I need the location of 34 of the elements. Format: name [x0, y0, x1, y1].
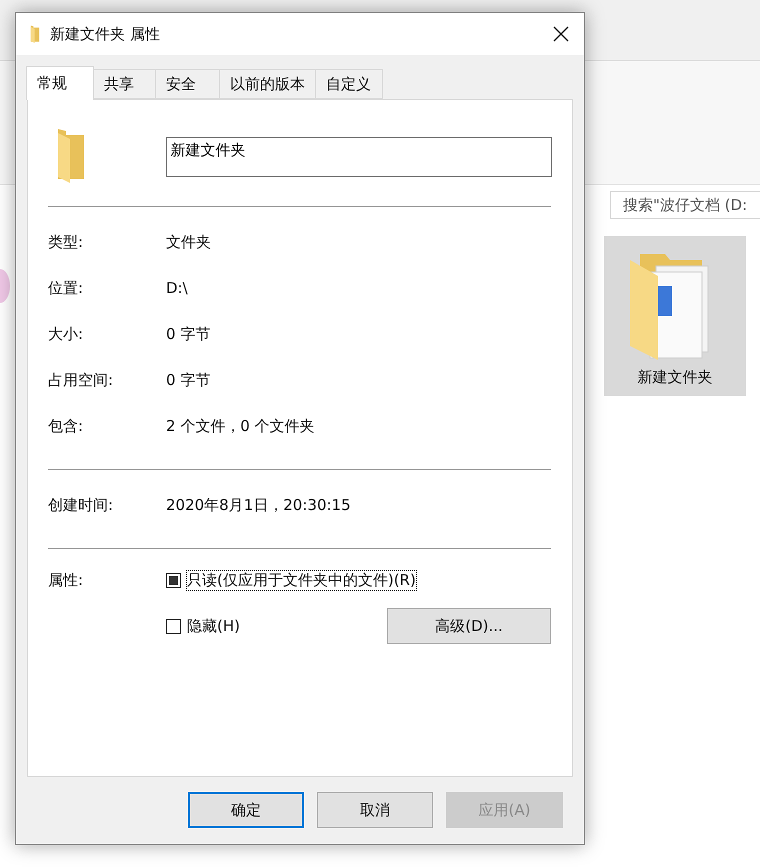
folder-tile[interactable]: 新建文件夹 [604, 236, 746, 396]
property-value: 文件夹 [166, 232, 211, 252]
property-label: 包含: [48, 416, 84, 436]
dialog-button[interactable]: 取消 [317, 792, 433, 828]
folder-label: 新建文件夹 [638, 368, 712, 387]
property-label: 占用空间: [48, 370, 114, 390]
property-value: D:\ [166, 279, 188, 297]
tab[interactable]: 自定义 [315, 69, 383, 99]
property-label: 大小: [48, 324, 84, 344]
property-value: 2020年8月1日，20:30:15 [166, 496, 351, 514]
property-value: 0 字节 [166, 324, 210, 344]
checkbox[interactable] [166, 573, 181, 588]
folder-icon [30, 25, 40, 43]
close-icon [553, 26, 569, 42]
checkbox[interactable] [166, 618, 181, 634]
dialog-button[interactable]: 确定 [188, 792, 304, 828]
property-value: 2 个文件，0 个文件夹 [166, 416, 315, 436]
property-label: 属性: [48, 571, 84, 591]
property-label: 创建时间: [48, 496, 114, 514]
property-value: 0 字节 [166, 370, 210, 390]
window-title: 新建文件夹 属性 [50, 24, 161, 44]
blob-shape-drawing [0, 268, 10, 304]
search-field[interactable]: 搜索"波仔文档 (D: [610, 191, 760, 219]
checkbox-label[interactable]: 只读(仅应用于文件夹中的文件)(R) [187, 571, 416, 590]
property-label: 位置: [48, 278, 84, 298]
tab[interactable]: 安全 [155, 69, 220, 99]
tab[interactable]: 共享 [93, 69, 156, 99]
checkbox-label[interactable]: 隐藏(H) [187, 616, 240, 636]
advanced-button[interactable]: 高级(D)... [387, 608, 551, 644]
name-field[interactable]: 新建文件夹 [166, 137, 552, 177]
folder-icon [56, 127, 86, 183]
tab[interactable]: 常规 [26, 66, 94, 100]
tab[interactable]: 以前的版本 [219, 69, 316, 99]
property-label: 类型: [48, 232, 84, 252]
